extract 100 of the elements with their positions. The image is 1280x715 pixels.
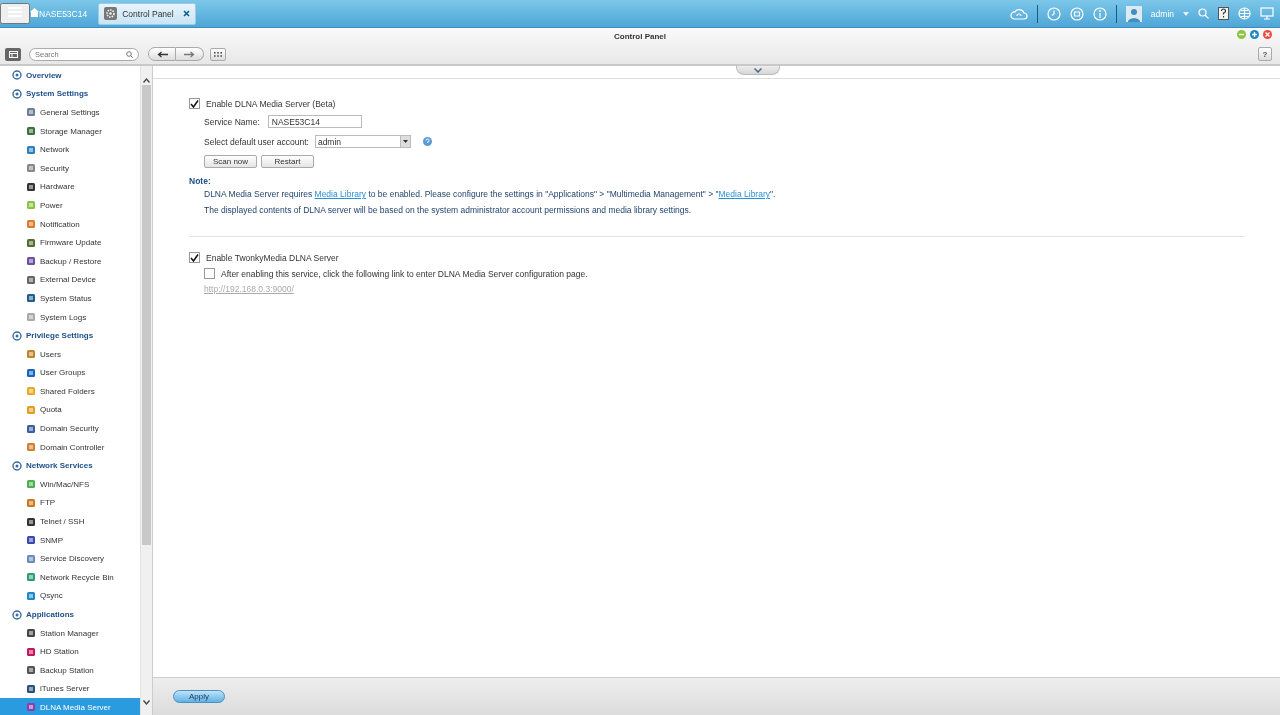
down-chevron-icon [143, 700, 150, 705]
section-icon [12, 330, 22, 341]
sidebar-item[interactable]: Notification [0, 214, 140, 234]
sidebar-item[interactable]: iTunes Server [0, 679, 140, 699]
sidebar-section[interactable]: Applications [0, 605, 140, 624]
app-icon [27, 443, 35, 452]
sidebar-item[interactable]: Hardware [0, 177, 140, 197]
sidebar-item[interactable]: Storage Manager [0, 121, 140, 141]
sidebar-item[interactable]: Win/Mac/NFS [0, 475, 140, 494]
sidebar-item[interactable]: Domain Security [0, 419, 140, 438]
section-icon [12, 70, 22, 81]
maximize-button[interactable] [1250, 30, 1259, 39]
sidebar-item[interactable]: Station Manager [0, 623, 140, 643]
right-arrow-icon [184, 50, 195, 58]
sidebar-item[interactable]: Backup Station [0, 661, 140, 680]
sidebar-section[interactable]: Privilege Settings [0, 326, 140, 345]
info-icon[interactable] [1092, 6, 1107, 21]
left-arrow-icon [156, 50, 168, 58]
app-tab[interactable]: Control Panel [98, 2, 197, 25]
sidebar-item[interactable]: HD Station [0, 642, 140, 661]
app-icon [27, 257, 35, 266]
grid-icon [214, 51, 222, 57]
sidebar-toggle-button[interactable] [5, 47, 21, 61]
sidebar-item[interactable]: User Groups [0, 363, 140, 383]
help-book-icon[interactable] [1218, 7, 1229, 20]
close-button[interactable] [1263, 30, 1272, 39]
app-icon [27, 573, 35, 582]
checkbox-label: Enable TwonkyMedia DLNA Server [206, 252, 339, 263]
search-icon [126, 50, 133, 58]
sidebar-section[interactable]: Overview [0, 66, 140, 85]
sidebar-item[interactable]: External Device [0, 270, 140, 290]
checkbox[interactable] [204, 268, 215, 279]
app-icon [27, 424, 35, 433]
maximize-icon [1252, 32, 1257, 37]
avatar-icon [1125, 5, 1142, 22]
app-icon [27, 313, 35, 321]
sidebar-item[interactable]: Users [0, 344, 140, 364]
minimize-button[interactable] [1237, 30, 1246, 39]
clock-icon[interactable] [1046, 6, 1061, 21]
sidebar-item[interactable]: Network Recycle Bin [0, 568, 140, 587]
app-icon [27, 406, 35, 414]
close-icon[interactable] [183, 10, 191, 17]
action-button[interactable]: Scan now [204, 155, 257, 168]
note-heading: Note: [189, 176, 212, 186]
app-icon [27, 164, 35, 173]
action-button[interactable]: Restart [261, 155, 314, 168]
sidebar-item[interactable]: SNMP [0, 530, 140, 550]
checkbox[interactable] [189, 252, 200, 263]
app-icon [27, 517, 35, 526]
help-icon[interactable] [422, 137, 432, 146]
globe-icon[interactable] [1238, 7, 1251, 20]
cloud-icon[interactable] [1009, 7, 1028, 20]
checkbox-label: After enabling this service, click the following link to enter DLNA Media Server configuration page. [221, 268, 588, 279]
monitor-icon[interactable] [1260, 7, 1274, 20]
checkbox-label: Enable DLNA Media Server (Beta) [206, 98, 336, 109]
sidebar-item[interactable]: Security [0, 158, 140, 178]
menu-button[interactable] [0, 3, 30, 24]
sidebar-item[interactable]: Quota [0, 400, 140, 420]
help-button[interactable]: ? [1258, 47, 1272, 61]
sidebar-section[interactable]: Network Services [0, 456, 140, 476]
service-name-field[interactable]: NASE53C14 [267, 115, 362, 128]
sidebar-item[interactable]: Firmware Update [0, 233, 140, 252]
sidebar-item[interactable]: Service Discovery [0, 549, 140, 569]
media-library-link[interactable]: Media Library [314, 189, 367, 199]
sidebar-item[interactable]: Backup / Restore [0, 251, 140, 271]
apply-button[interactable]: Apply [173, 690, 225, 703]
app-icon [27, 350, 35, 359]
scrollbar[interactable] [140, 66, 152, 715]
app-icon [27, 480, 35, 489]
app-icon [27, 127, 35, 136]
back-button[interactable] [148, 47, 176, 61]
app-icon [27, 294, 35, 303]
caret-icon[interactable] [1183, 11, 1189, 16]
search-icon[interactable] [1198, 8, 1209, 19]
sidebar-item[interactable]: Shared Folders [0, 382, 140, 401]
sidebar-item[interactable]: System Status [0, 289, 140, 308]
minimize-icon [1239, 32, 1244, 37]
sidebar-item[interactable]: FTP [0, 493, 140, 513]
sidebar-item[interactable]: Network [0, 140, 140, 159]
sidebar-item[interactable]: General Settings [0, 103, 140, 122]
sidebar-section[interactable]: System Settings [0, 84, 140, 104]
account-dropdown[interactable]: admin [314, 135, 411, 148]
sidebar-item[interactable]: Power [0, 196, 140, 215]
window-title: Control Panel [614, 31, 666, 41]
forward-button[interactable] [176, 47, 204, 61]
sync-icon[interactable] [1069, 6, 1084, 21]
sidebar-item[interactable]: Telnet / SSH [0, 512, 140, 531]
sidebar-item[interactable]: Qsync [0, 586, 140, 606]
app-grid-button[interactable] [210, 47, 226, 61]
field-label: Service Name: [204, 116, 260, 127]
app-icon [27, 275, 35, 284]
app-icon [27, 703, 35, 712]
check-icon [190, 99, 199, 108]
sidebar-item[interactable]: Domain Controller [0, 437, 140, 457]
collapse-button[interactable] [735, 66, 780, 75]
app-icon [27, 238, 35, 247]
checkbox[interactable] [189, 98, 200, 109]
app-icon [27, 629, 35, 638]
note-text: DLNA Media Server requires Media Library to be enabled. Please configure the settings in "Applications" > "Multimedia Management" > "Media Library". [203, 189, 777, 199]
sidebar-item[interactable]: System Logs [0, 307, 140, 327]
